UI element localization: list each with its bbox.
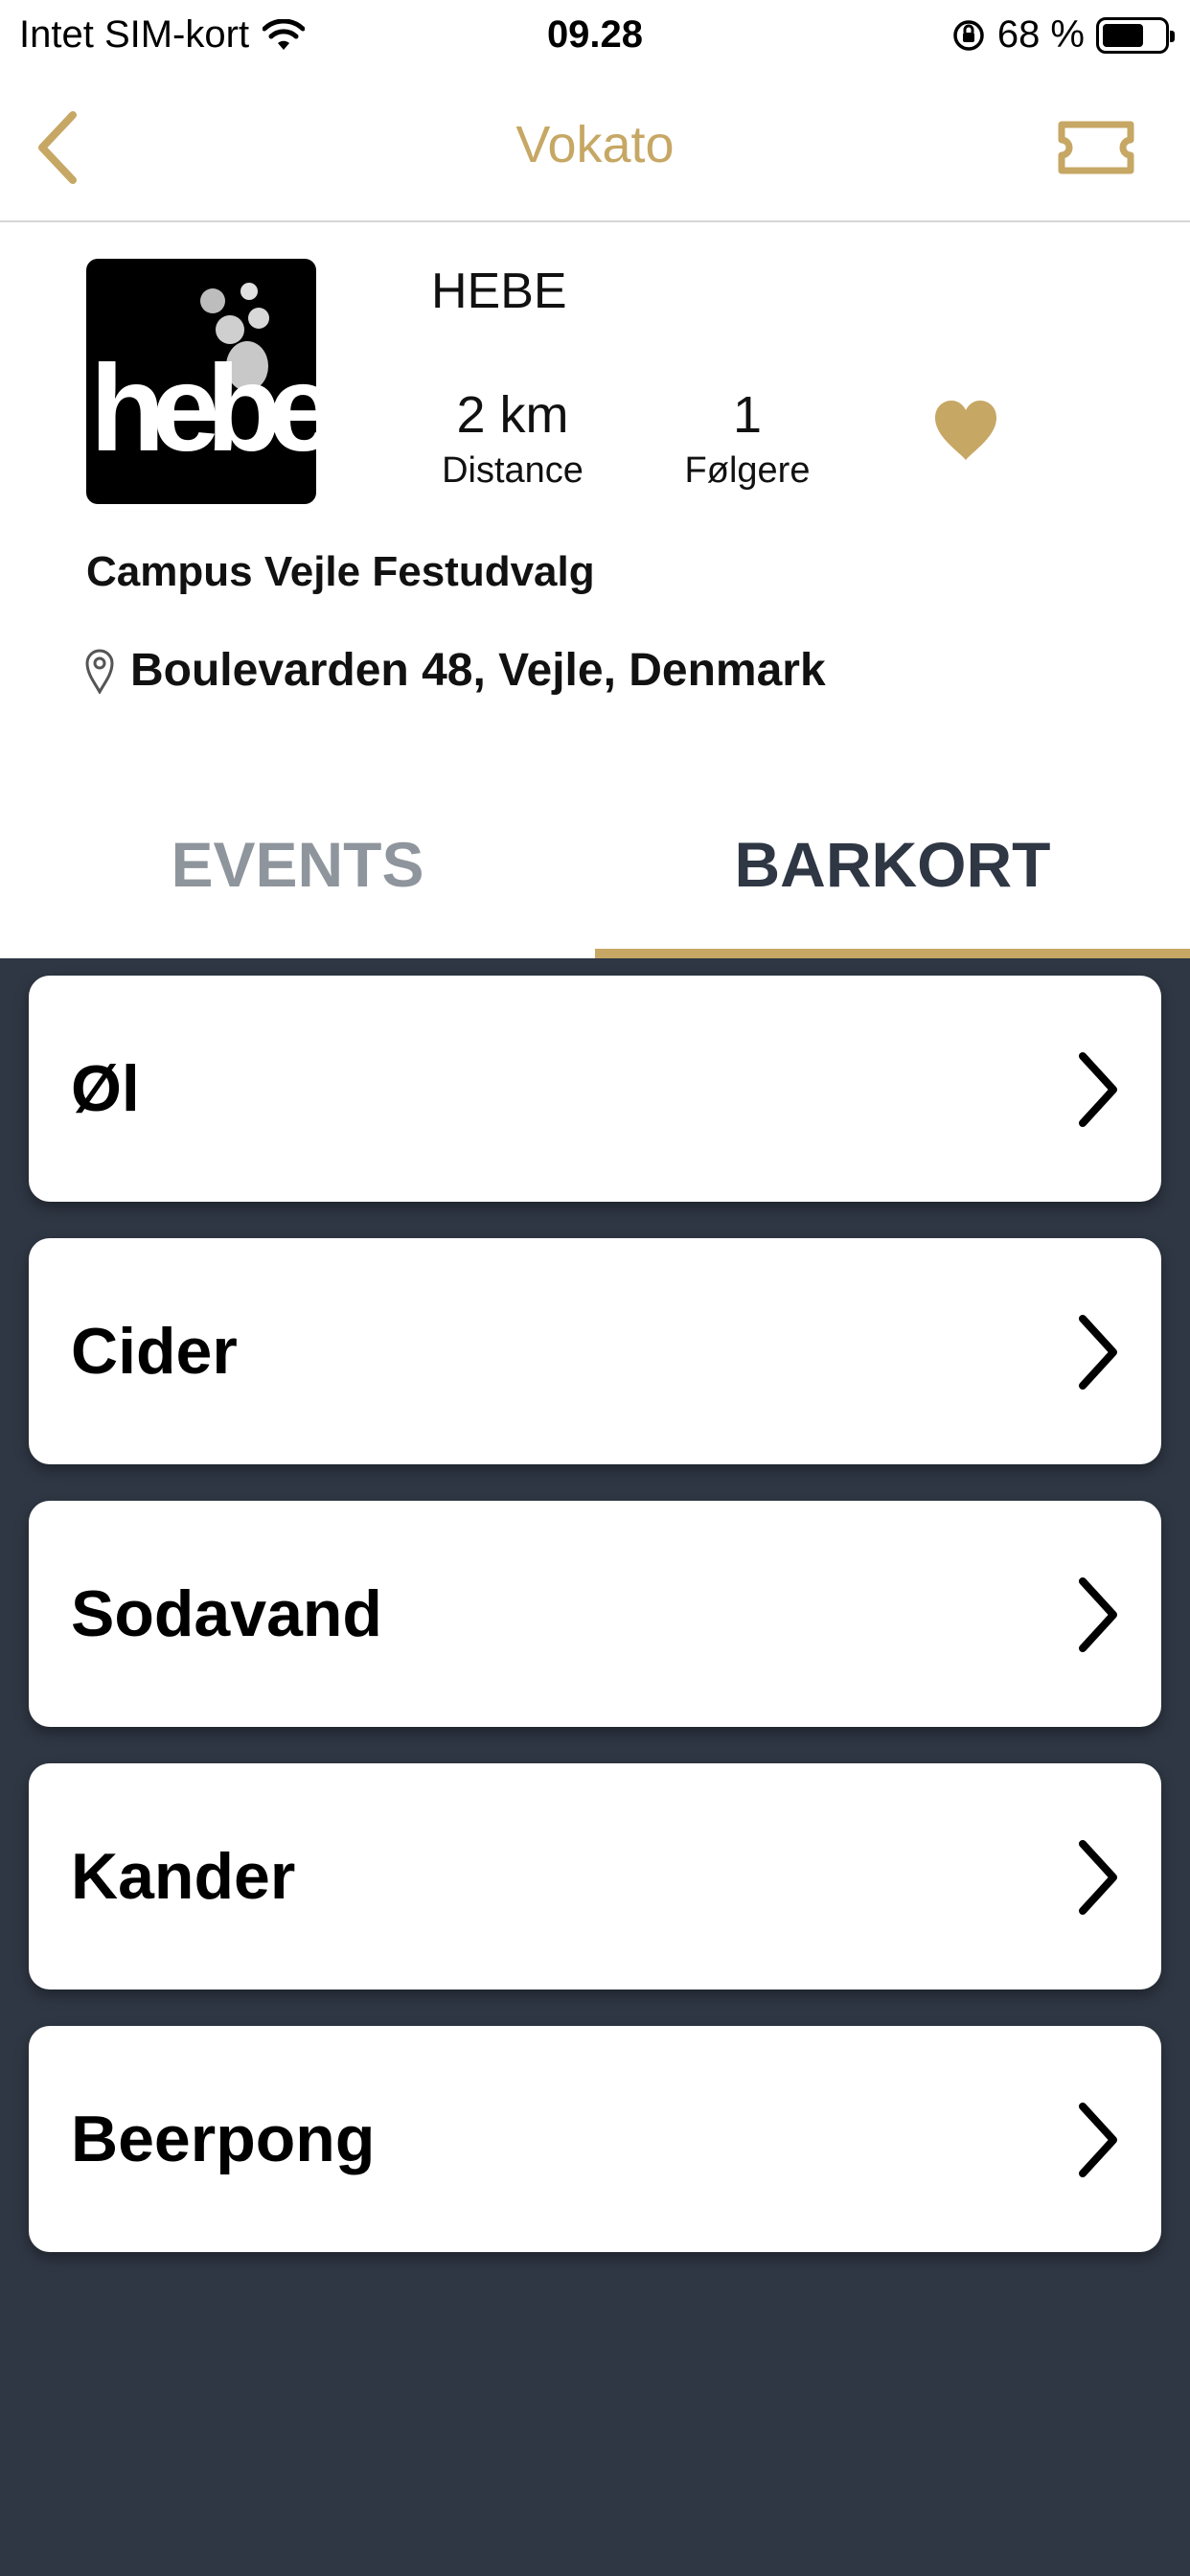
ticket-icon[interactable] [1056, 117, 1136, 178]
menu-category-beerpong[interactable]: Beerpong [29, 2026, 1161, 2252]
distance-value: 2 km [456, 386, 569, 444]
menu-category-cider[interactable]: Cider [29, 1238, 1161, 1464]
distance-stat: 2 km Distance [426, 385, 599, 492]
chevron-right-icon [1079, 1577, 1117, 1652]
venue-organizer: Campus Vejle Festudvalg [86, 548, 595, 595]
venue-logo: hebe [86, 259, 316, 504]
followers-label: Følgere [684, 450, 811, 491]
tab-events[interactable]: EVENTS [0, 770, 595, 958]
orientation-lock-icon [953, 19, 984, 51]
location-pin-icon [85, 649, 114, 694]
chevron-right-icon [1079, 2103, 1117, 2177]
navigation-bar: Vokato [0, 73, 1190, 222]
active-tab-indicator [595, 949, 1190, 958]
nav-title: Vokato [515, 116, 675, 173]
menu-category-label: Øl [71, 1052, 140, 1125]
status-bar: Intet SIM-kort 09.28 68 % [0, 0, 1190, 73]
menu-category-label: Cider [71, 1315, 238, 1388]
menu-category-label: Beerpong [71, 2103, 376, 2175]
battery-percent: 68 % [996, 13, 1085, 56]
distance-label: Distance [442, 450, 584, 491]
venue-address[interactable]: Boulevarden 48, Vejle, Denmark [84, 644, 826, 697]
menu-category-sodavand[interactable]: Sodavand [29, 1501, 1161, 1727]
chevron-right-icon [1079, 1052, 1117, 1127]
logo-text: hebe [90, 340, 316, 477]
address-text: Boulevarden 48, Vejle, Denmark [130, 645, 826, 696]
followers-stat: 1 Følgere [661, 385, 834, 492]
venue-header: hebe HEBE 2 km Distance 1 Følgere Campus… [0, 224, 1190, 770]
battery-icon [1096, 16, 1175, 54]
status-right: 68 % [951, 13, 1175, 57]
heart-icon[interactable] [931, 397, 1000, 466]
tab-barkort[interactable]: BARKORT [595, 770, 1190, 958]
menu-category-ol[interactable]: Øl [29, 976, 1161, 1202]
venue-name: HEBE [431, 264, 567, 319]
bar-menu-list: Øl Cider Sodavand Kander Beerpong [0, 958, 1190, 2576]
logo-graphic: hebe [90, 283, 316, 477]
followers-value: 1 [732, 386, 763, 444]
menu-category-kander[interactable]: Kander [29, 1763, 1161, 1990]
menu-category-label: Sodavand [71, 1577, 382, 1650]
tab-bar: EVENTS BARKORT [0, 770, 1190, 958]
menu-category-label: Kander [71, 1840, 296, 1913]
battery-fill [1103, 23, 1144, 47]
chevron-right-icon [1079, 1315, 1117, 1390]
chevron-right-icon [1079, 1840, 1117, 1915]
